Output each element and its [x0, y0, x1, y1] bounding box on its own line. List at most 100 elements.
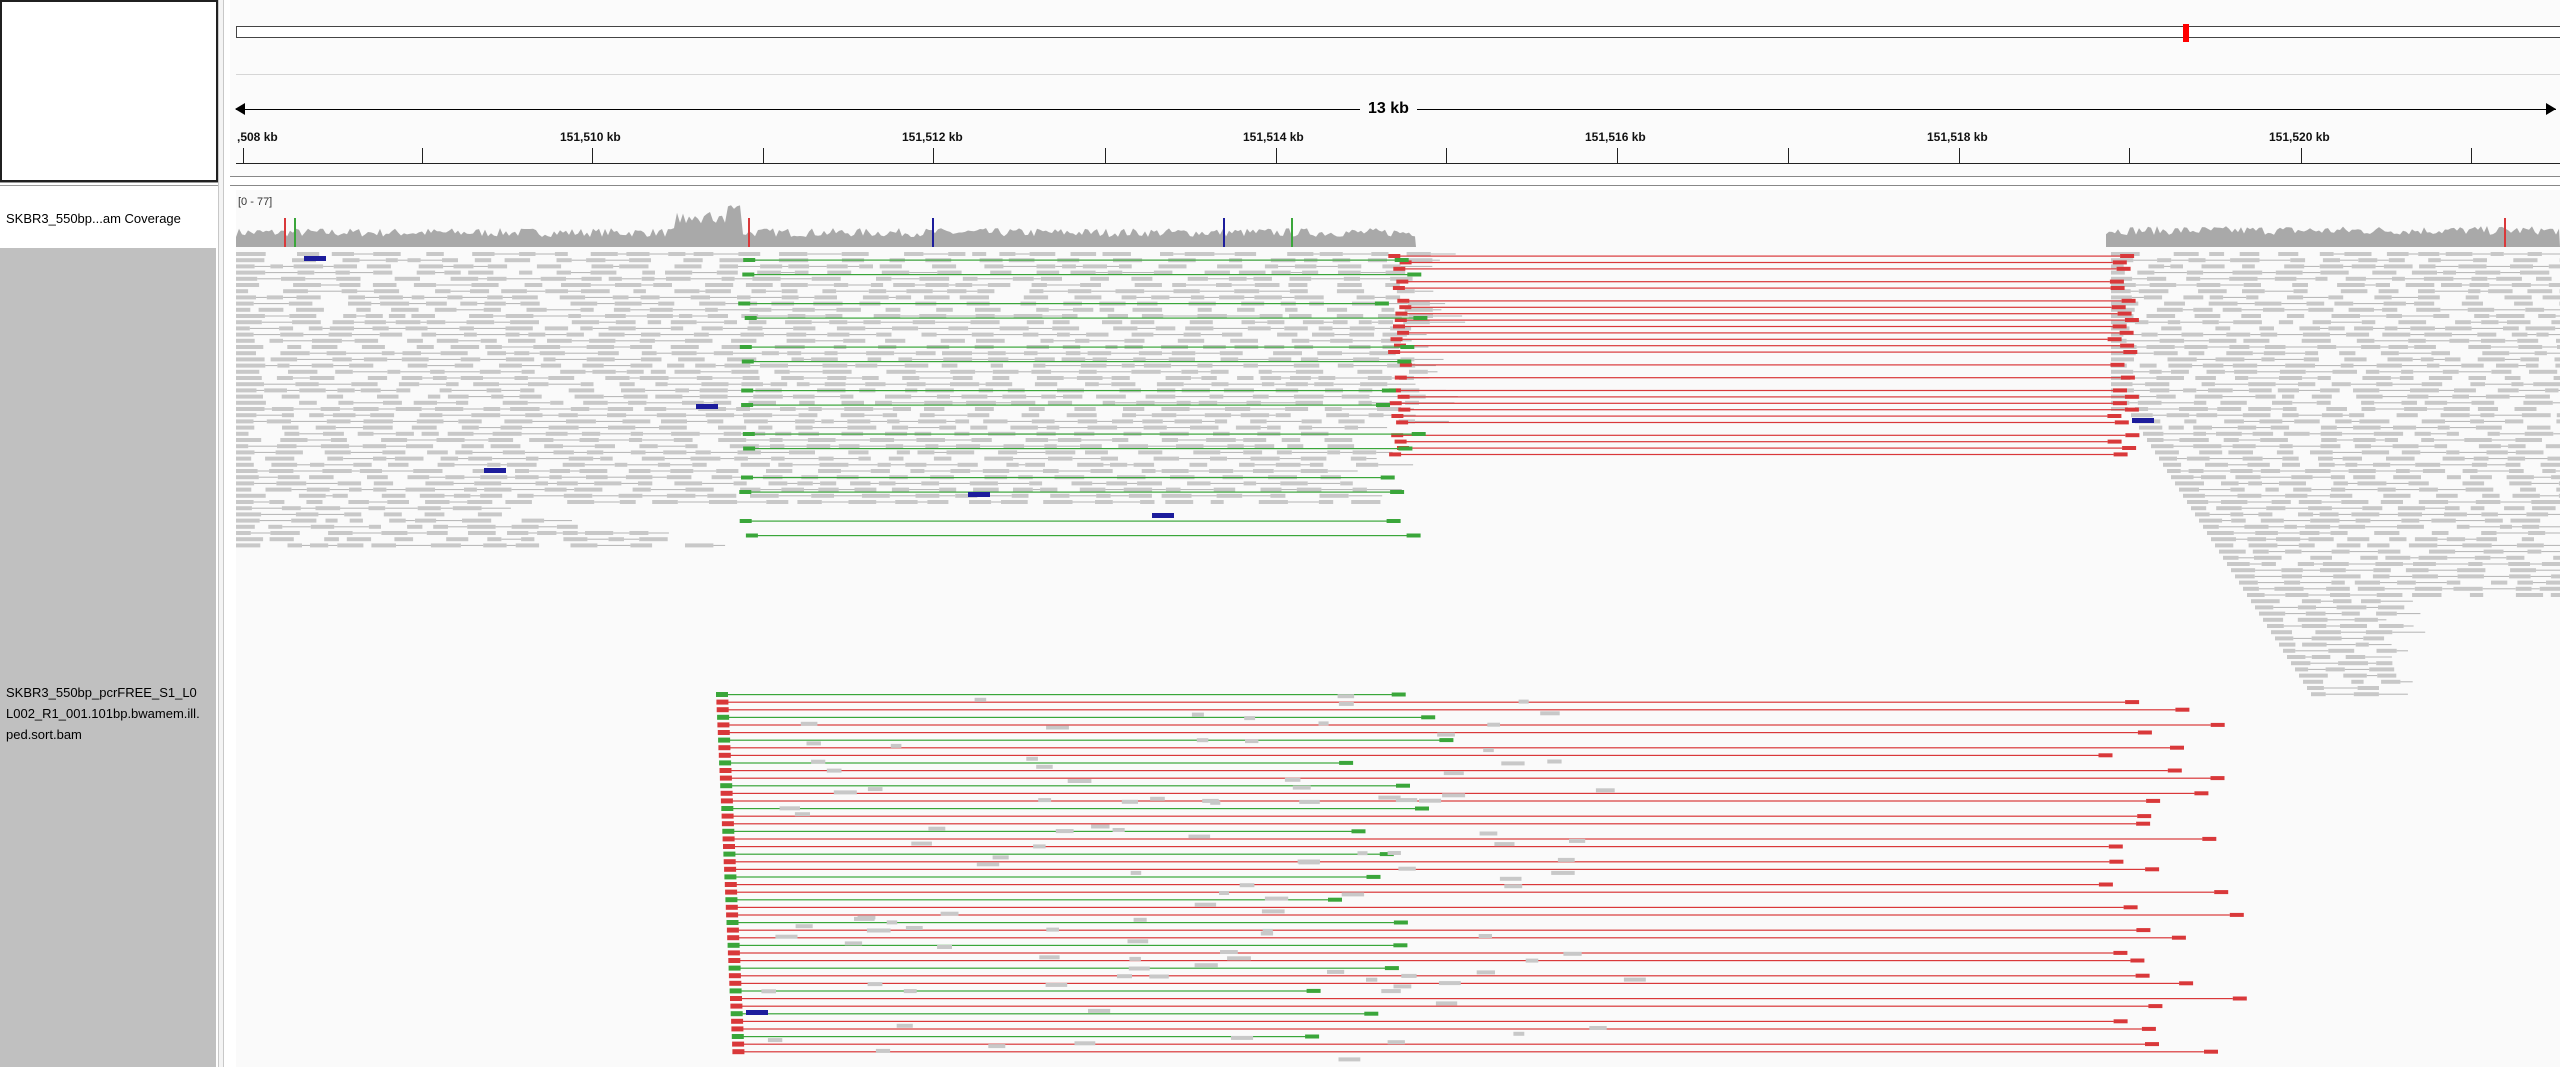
ruler-panel[interactable]: 13 kb ,508 kb 151,510 kb 151,512 kb 151,…: [230, 0, 2560, 182]
read: [967, 413, 990, 418]
read: [888, 456, 904, 461]
read: [952, 376, 973, 380]
read: [2470, 382, 2485, 387]
read: [614, 301, 642, 306]
read: [1133, 357, 1146, 362]
read: [2418, 289, 2435, 294]
read: [658, 301, 675, 306]
read: [332, 320, 354, 325]
read: [912, 320, 936, 325]
pair-link: [421, 408, 435, 410]
pair-link: [353, 402, 383, 404]
pair-link: [1103, 464, 1110, 466]
chromosome-ideogram[interactable]: [236, 26, 2560, 38]
pair-link: [318, 513, 345, 515]
pair-link: [833, 495, 862, 497]
pair-link: [2437, 575, 2458, 577]
read: [2143, 431, 2164, 436]
read: [433, 524, 448, 529]
read: [2481, 512, 2498, 517]
read: [447, 295, 463, 300]
read: [2138, 289, 2169, 294]
read: [2468, 345, 2491, 349]
pair-link: [847, 265, 860, 267]
inversion-read: [1391, 692, 1406, 697]
read: [1036, 307, 1049, 312]
read: [2446, 475, 2461, 480]
read: [2232, 363, 2258, 368]
read: [524, 283, 543, 287]
read: [950, 369, 976, 374]
read: [295, 512, 319, 517]
pair-link: [699, 433, 724, 435]
pair-link: [702, 482, 734, 484]
pair-link: [2282, 420, 2295, 422]
read: [2541, 562, 2560, 566]
pair-link: [283, 296, 297, 298]
read: [2457, 568, 2486, 573]
read: [614, 462, 628, 467]
pair-link: [1259, 290, 1290, 292]
read: [2298, 512, 2314, 517]
read: [581, 289, 610, 294]
read: [1254, 444, 1275, 449]
read: [1344, 425, 1358, 430]
read: [326, 394, 344, 399]
read: [2328, 648, 2355, 653]
pair-link: [738, 265, 761, 267]
pair-link: [1037, 352, 1066, 354]
read: [655, 382, 668, 387]
pair-link: [495, 526, 512, 528]
alignment-canvas[interactable]: [236, 190, 2560, 1067]
deletion-read: [2136, 821, 2151, 826]
read: [331, 252, 354, 256]
read: [436, 438, 465, 442]
panel-divider[interactable]: [218, 0, 224, 1067]
read: [2195, 512, 2210, 517]
read: [2298, 382, 2316, 387]
read: [2468, 289, 2481, 294]
pair-link: [1266, 420, 1302, 422]
read: [844, 941, 863, 946]
pair-link: [2200, 278, 2230, 280]
coverage-track-name[interactable]: SKBR3_550bp...am Coverage: [0, 190, 216, 248]
pair-link: [571, 259, 586, 261]
read: [1061, 357, 1086, 362]
pair-link: [1186, 284, 1216, 286]
pair-link: [407, 532, 427, 534]
pair-link: [522, 427, 549, 429]
read: [411, 314, 435, 318]
data-panel[interactable]: [0 - 77]: [236, 190, 2560, 1067]
read: [774, 369, 790, 374]
pair-link: [2527, 334, 2537, 336]
read: [2297, 617, 2328, 622]
alignment-track-name[interactable]: SKBR3_550bp_pcrFREE_S1_L0 L002_R1_001.10…: [0, 248, 216, 1067]
pair-link: [1268, 396, 1294, 398]
pair-link: [2308, 594, 2330, 596]
read: [2453, 586, 2483, 591]
pair-link: [385, 507, 418, 509]
pair-link: [542, 414, 559, 416]
pair-link: [2353, 365, 2377, 367]
read: [236, 264, 255, 269]
pair-link: [1024, 445, 1045, 447]
pair-link: [527, 377, 549, 379]
read: [276, 481, 307, 486]
read: [675, 388, 689, 393]
read: [2533, 382, 2560, 387]
pair-link: [1148, 445, 1176, 447]
read: [2445, 326, 2472, 331]
pair-link: [570, 470, 580, 472]
read: [973, 487, 999, 492]
read: [2305, 351, 2319, 356]
pair-link: [2555, 315, 2560, 317]
read: [2267, 624, 2284, 628]
pair-link: [2321, 600, 2333, 602]
pair-link: [1433, 315, 1463, 317]
read: [1046, 425, 1060, 430]
read: [2518, 345, 2543, 349]
read: [640, 295, 660, 300]
pair-link: [1311, 278, 1344, 280]
read: [2260, 332, 2278, 337]
pair-link: [1308, 383, 1315, 385]
